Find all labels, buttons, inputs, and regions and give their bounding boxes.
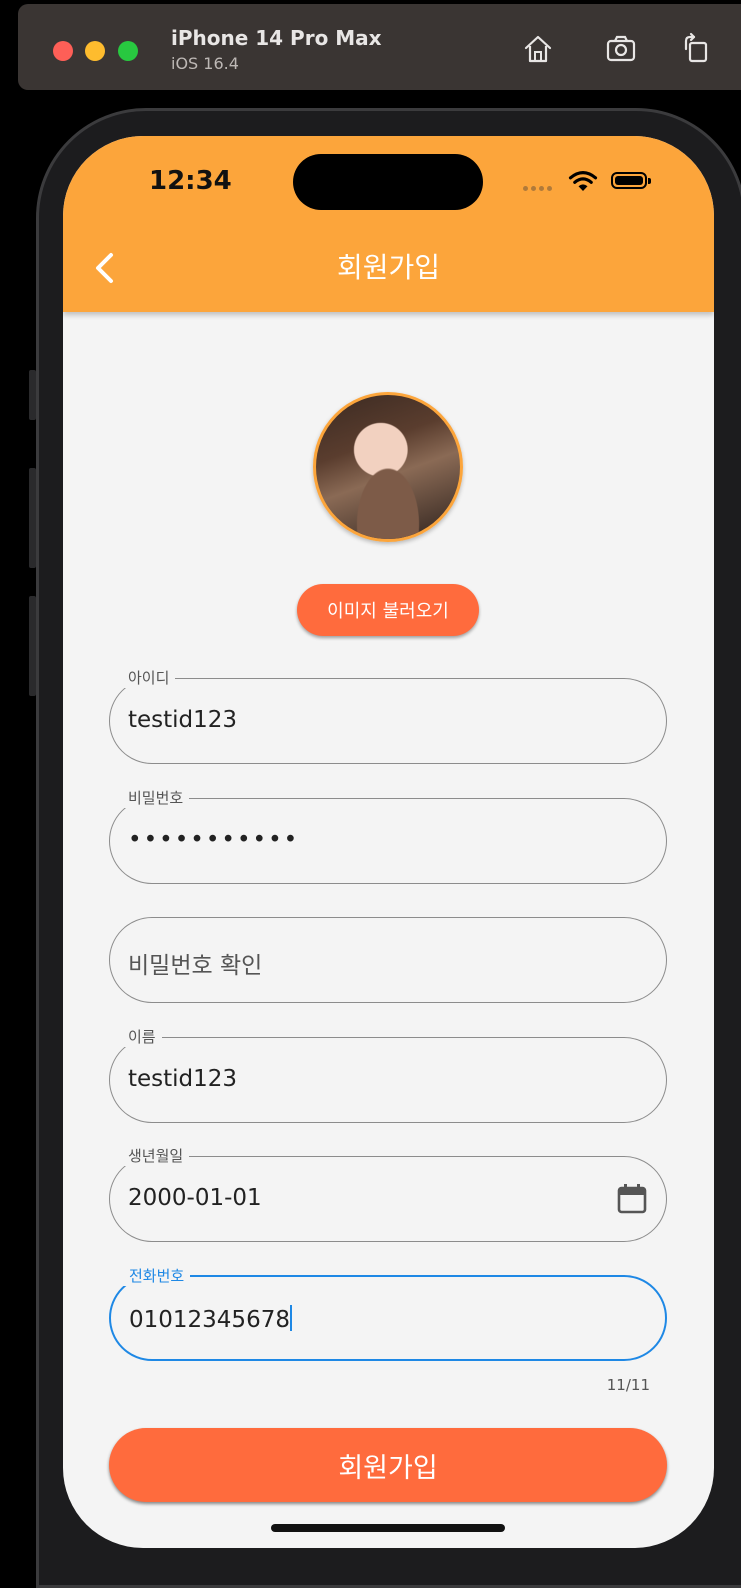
volume-down-button	[29, 596, 36, 696]
name-label: 이름	[122, 1026, 162, 1047]
screenshot-icon[interactable]	[603, 31, 639, 67]
phone-field[interactable]: 전화번호 01012345678	[109, 1265, 667, 1361]
battery-icon	[611, 172, 651, 189]
name-field[interactable]: 이름 testid123	[109, 1026, 667, 1123]
app-bar: 12:34 회원가입	[63, 136, 714, 312]
profile-avatar[interactable]	[313, 392, 463, 542]
birthdate-field[interactable]: 생년월일 2000-01-01	[109, 1145, 667, 1242]
phone-char-counter: 11/11	[606, 1376, 650, 1394]
text-caret	[289, 1305, 292, 1331]
os-version: iOS 16.4	[171, 54, 239, 73]
id-field[interactable]: 아이디 testid123	[109, 667, 667, 764]
rotate-icon[interactable]	[678, 31, 714, 67]
close-window-button[interactable]	[53, 41, 73, 61]
status-time: 12:34	[149, 166, 232, 196]
volume-up-button	[29, 468, 36, 568]
id-value: testid123	[128, 707, 238, 733]
password-field[interactable]: 비밀번호 •••••••••••	[109, 787, 667, 884]
signup-submit-button[interactable]: 회원가입	[109, 1428, 667, 1502]
cellular-signal-icon	[523, 186, 557, 192]
phone-value-wrap: 01012345678	[129, 1305, 292, 1333]
dynamic-island	[293, 154, 483, 210]
wifi-icon	[568, 171, 598, 191]
app-screen: 12:34 회원가입 이미지 불러오기 아이디 testid123 비밀번호 •…	[63, 136, 714, 1548]
phone-value: 01012345678	[129, 1307, 290, 1333]
birthdate-value: 2000-01-01	[128, 1185, 262, 1211]
silent-switch	[29, 370, 36, 420]
home-icon[interactable]	[520, 31, 556, 67]
phone-label: 전화번호	[123, 1265, 191, 1286]
page-title: 회원가입	[336, 251, 441, 284]
load-image-button[interactable]: 이미지 불러오기	[297, 584, 479, 636]
birthdate-label: 생년월일	[122, 1145, 190, 1166]
home-indicator[interactable]	[271, 1524, 505, 1532]
password-value: •••••••••••	[128, 827, 300, 853]
password-label: 비밀번호	[122, 787, 190, 808]
minimize-window-button[interactable]	[85, 41, 105, 61]
calendar-icon[interactable]	[616, 1183, 648, 1215]
device-name: iPhone 14 Pro Max	[171, 26, 382, 50]
zoom-window-button[interactable]	[118, 41, 138, 61]
password-confirm-field[interactable]: 비밀번호 확인	[109, 917, 667, 1003]
name-value: testid123	[128, 1066, 238, 1092]
id-label: 아이디	[122, 667, 176, 688]
simulator-toolbar: iPhone 14 Pro Max iOS 16.4	[18, 4, 741, 90]
password-confirm-placeholder: 비밀번호 확인	[128, 953, 263, 979]
